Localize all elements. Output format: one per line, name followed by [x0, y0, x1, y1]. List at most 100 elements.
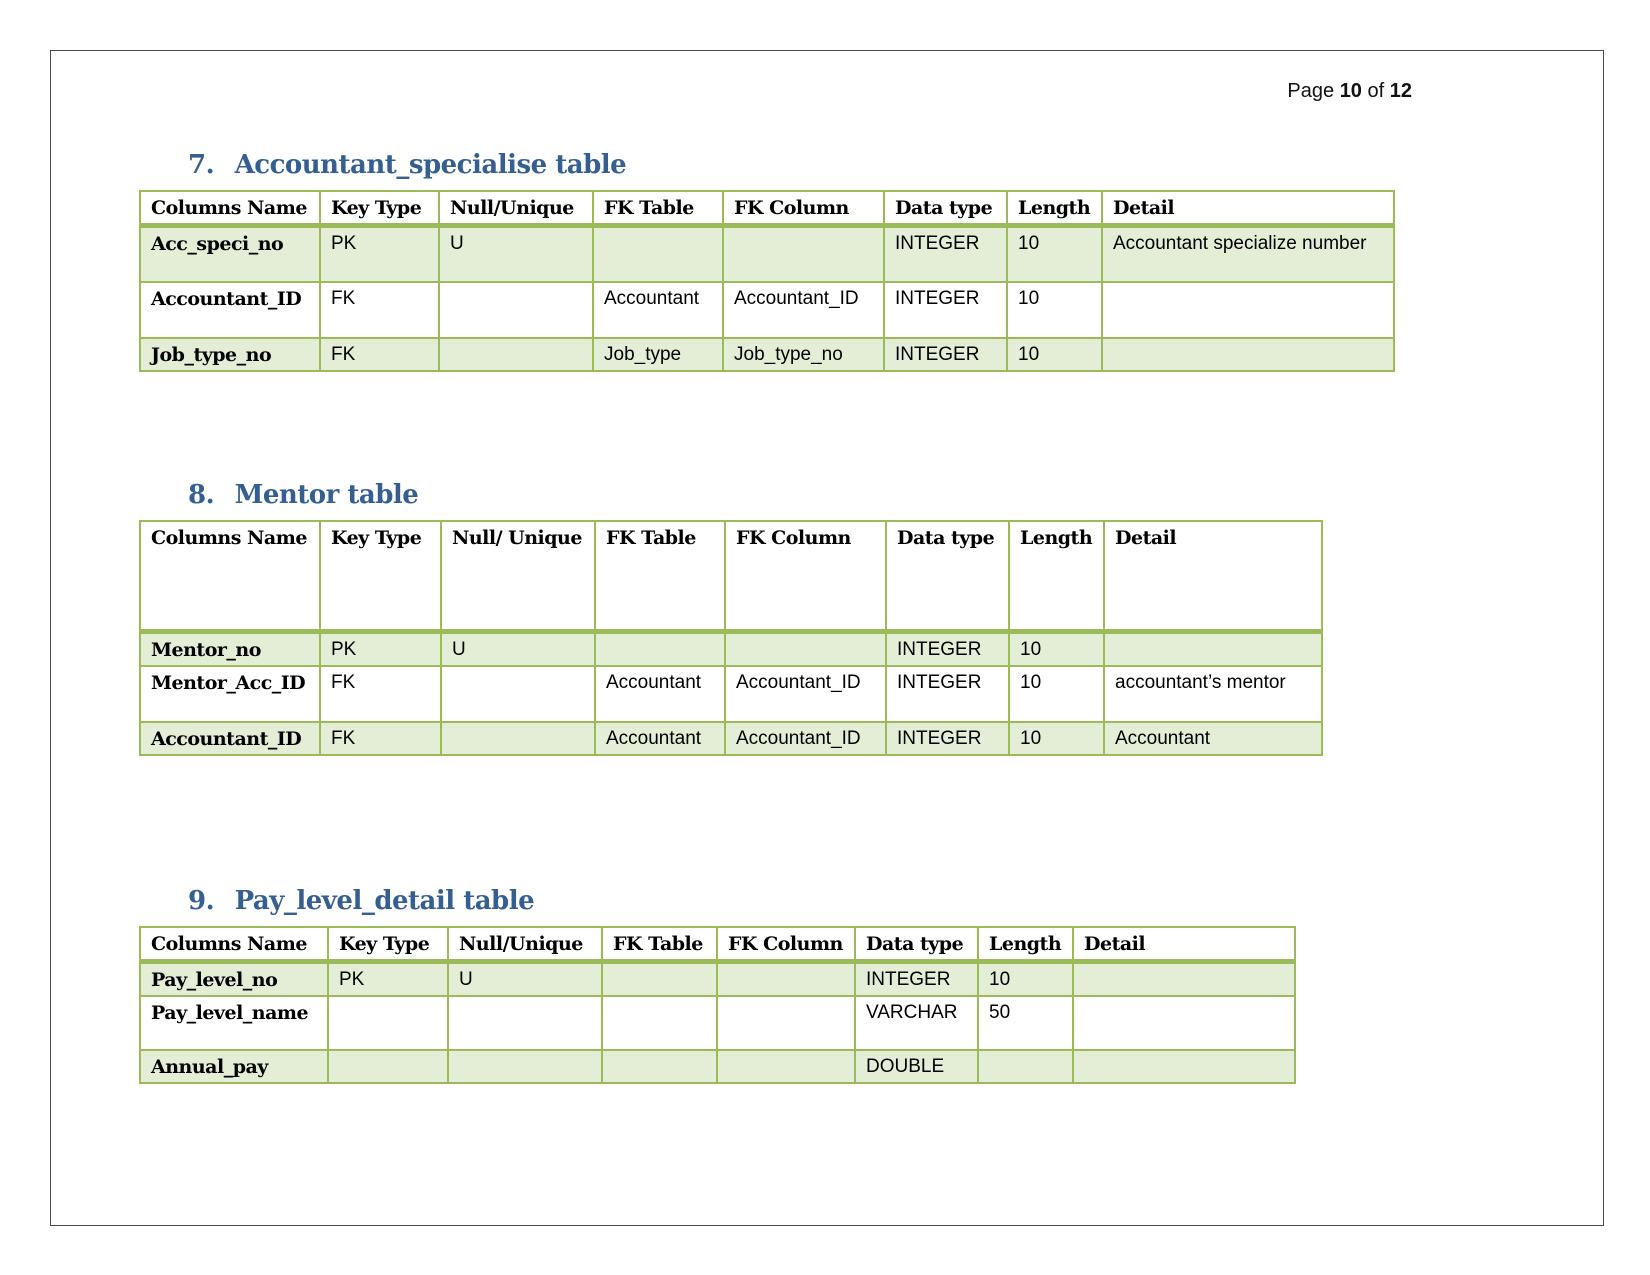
cell-null-unique [438, 336, 594, 372]
page-prefix: Page [1287, 80, 1335, 102]
header-length: Length [977, 926, 1074, 964]
cell-length: 10 [1006, 336, 1103, 372]
section-number: 8. [188, 480, 215, 510]
cell-data-type: INTEGER [885, 630, 1010, 667]
cell-data-type: INTEGER [885, 664, 1010, 723]
table-row: Job_type_no FK Job_type Job_type_no INTEGER 1… [139, 336, 1395, 372]
cell-key-type: FK [319, 280, 440, 339]
cell-fk-table [592, 224, 724, 283]
cell-null-unique: U [447, 960, 603, 997]
cell-detail [1072, 995, 1296, 1051]
cell-length: 10 [977, 960, 1074, 997]
header-column-name: Columns Name [139, 520, 321, 634]
header-column-name: Columns Name [139, 926, 329, 964]
section-title: Accountant_specialise table [234, 150, 627, 180]
cell-fk-table: Accountant [594, 720, 726, 756]
table-row: Acc_speci_no PK U INTEGER 10 Accountant speci… [139, 224, 1395, 283]
cell-key-type: FK [319, 664, 442, 723]
section-heading-accountant-specialise: 7. Accountant_specialise table [188, 150, 627, 180]
header-data-type: Data type [883, 190, 1008, 228]
cell-detail: Accountant [1103, 720, 1323, 756]
cell-null-unique [447, 1049, 603, 1084]
cell-data-type: VARCHAR [854, 995, 979, 1051]
cell-detail [1072, 1049, 1296, 1084]
cell-detail [1103, 630, 1323, 667]
table-header-row: Columns Name Key Type Null/ Unique FK Table… [139, 520, 1323, 634]
cell-fk-table: Job_type [592, 336, 724, 372]
cell-length: 50 [977, 995, 1074, 1051]
cell-null-unique [447, 995, 603, 1051]
cell-fk-table [601, 995, 718, 1051]
cell-column-name: Annual_pay [139, 1049, 329, 1084]
table-header-row: Columns Name Key Type Null/Unique FK Table F… [139, 926, 1296, 964]
cell-column-name: Job_type_no [139, 336, 321, 372]
section-title: Pay_level_detail table [234, 886, 535, 916]
section-number: 7. [188, 150, 215, 180]
cell-detail [1101, 280, 1395, 339]
cell-key-type: FK [319, 336, 440, 372]
header-detail: Detail [1101, 190, 1395, 228]
header-length: Length [1008, 520, 1105, 634]
cell-length: 10 [1008, 630, 1105, 667]
page-current: 10 [1339, 80, 1362, 102]
cell-detail [1072, 960, 1296, 997]
cell-fk-table: Accountant [594, 664, 726, 723]
header-fk-table: FK Table [592, 190, 724, 228]
header-fk-column: FK Column [724, 520, 887, 634]
cell-length: 10 [1008, 664, 1105, 723]
header-column-name: Columns Name [139, 190, 321, 228]
cell-key-type [327, 995, 449, 1051]
cell-key-type [327, 1049, 449, 1084]
cell-key-type: FK [319, 720, 442, 756]
cell-fk-column: Job_type_no [722, 336, 885, 372]
cell-null-unique: U [438, 224, 594, 283]
cell-fk-table [601, 960, 718, 997]
table-row: Pay_level_name VARCHAR 50 [139, 995, 1296, 1051]
cell-data-type: INTEGER [885, 720, 1010, 756]
header-key-type: Key Type [319, 190, 440, 228]
cell-null-unique: U [440, 630, 596, 667]
cell-key-type: PK [319, 224, 440, 283]
cell-column-name: Mentor_no [139, 630, 321, 667]
table-row: Accountant_ID FK Accountant Accountant_ID IN… [139, 280, 1395, 339]
section-title: Mentor table [234, 480, 419, 510]
cell-column-name: Pay_level_no [139, 960, 329, 997]
cell-length [977, 1049, 1074, 1084]
cell-null-unique [440, 720, 596, 756]
header-fk-column: FK Column [716, 926, 856, 964]
cell-column-name: Acc_speci_no [139, 224, 321, 283]
section-number: 9. [188, 886, 215, 916]
cell-fk-column [716, 960, 856, 997]
header-fk-column: FK Column [722, 190, 885, 228]
cell-fk-column [716, 1049, 856, 1084]
pay-level-detail-table: Columns Name Key Type Null/Unique FK Table F… [139, 926, 1296, 1084]
cell-fk-column: Accountant_ID [724, 720, 887, 756]
cell-column-name: Pay_level_name [139, 995, 329, 1051]
accountant-specialise-table: Columns Name Key Type Null/Unique FK Table F… [139, 190, 1395, 372]
cell-fk-table [594, 630, 726, 667]
mentor-table: Columns Name Key Type Null/ Unique FK Table… [139, 520, 1323, 756]
cell-column-name: Accountant_ID [139, 280, 321, 339]
header-detail: Detail [1072, 926, 1296, 964]
table-row: Annual_pay DOUBLE [139, 1049, 1296, 1084]
header-null-unique: Null/Unique [447, 926, 603, 964]
table-row: Pay_level_no PK U INTEGER 10 [139, 960, 1296, 997]
cell-column-name: Mentor_Acc_ID [139, 664, 321, 723]
cell-detail: accountant’s mentor [1103, 664, 1323, 723]
page-number: Page 10 of 12 [1287, 80, 1412, 103]
header-null-unique: Null/ Unique [440, 520, 596, 634]
cell-data-type: DOUBLE [854, 1049, 979, 1084]
cell-fk-column [724, 630, 887, 667]
header-fk-table: FK Table [601, 926, 718, 964]
table-header-row: Columns Name Key Type Null/Unique FK Table F… [139, 190, 1395, 228]
page-total: 12 [1389, 80, 1412, 102]
header-fk-table: FK Table [594, 520, 726, 634]
header-detail: Detail [1103, 520, 1323, 634]
cell-null-unique [438, 280, 594, 339]
header-key-type: Key Type [327, 926, 449, 964]
cell-null-unique [440, 664, 596, 723]
cell-column-name: Accountant_ID [139, 720, 321, 756]
cell-fk-column [716, 995, 856, 1051]
cell-key-type: PK [319, 630, 442, 667]
table-row: Mentor_Acc_ID FK Accountant Accountant_ID IN… [139, 664, 1323, 723]
